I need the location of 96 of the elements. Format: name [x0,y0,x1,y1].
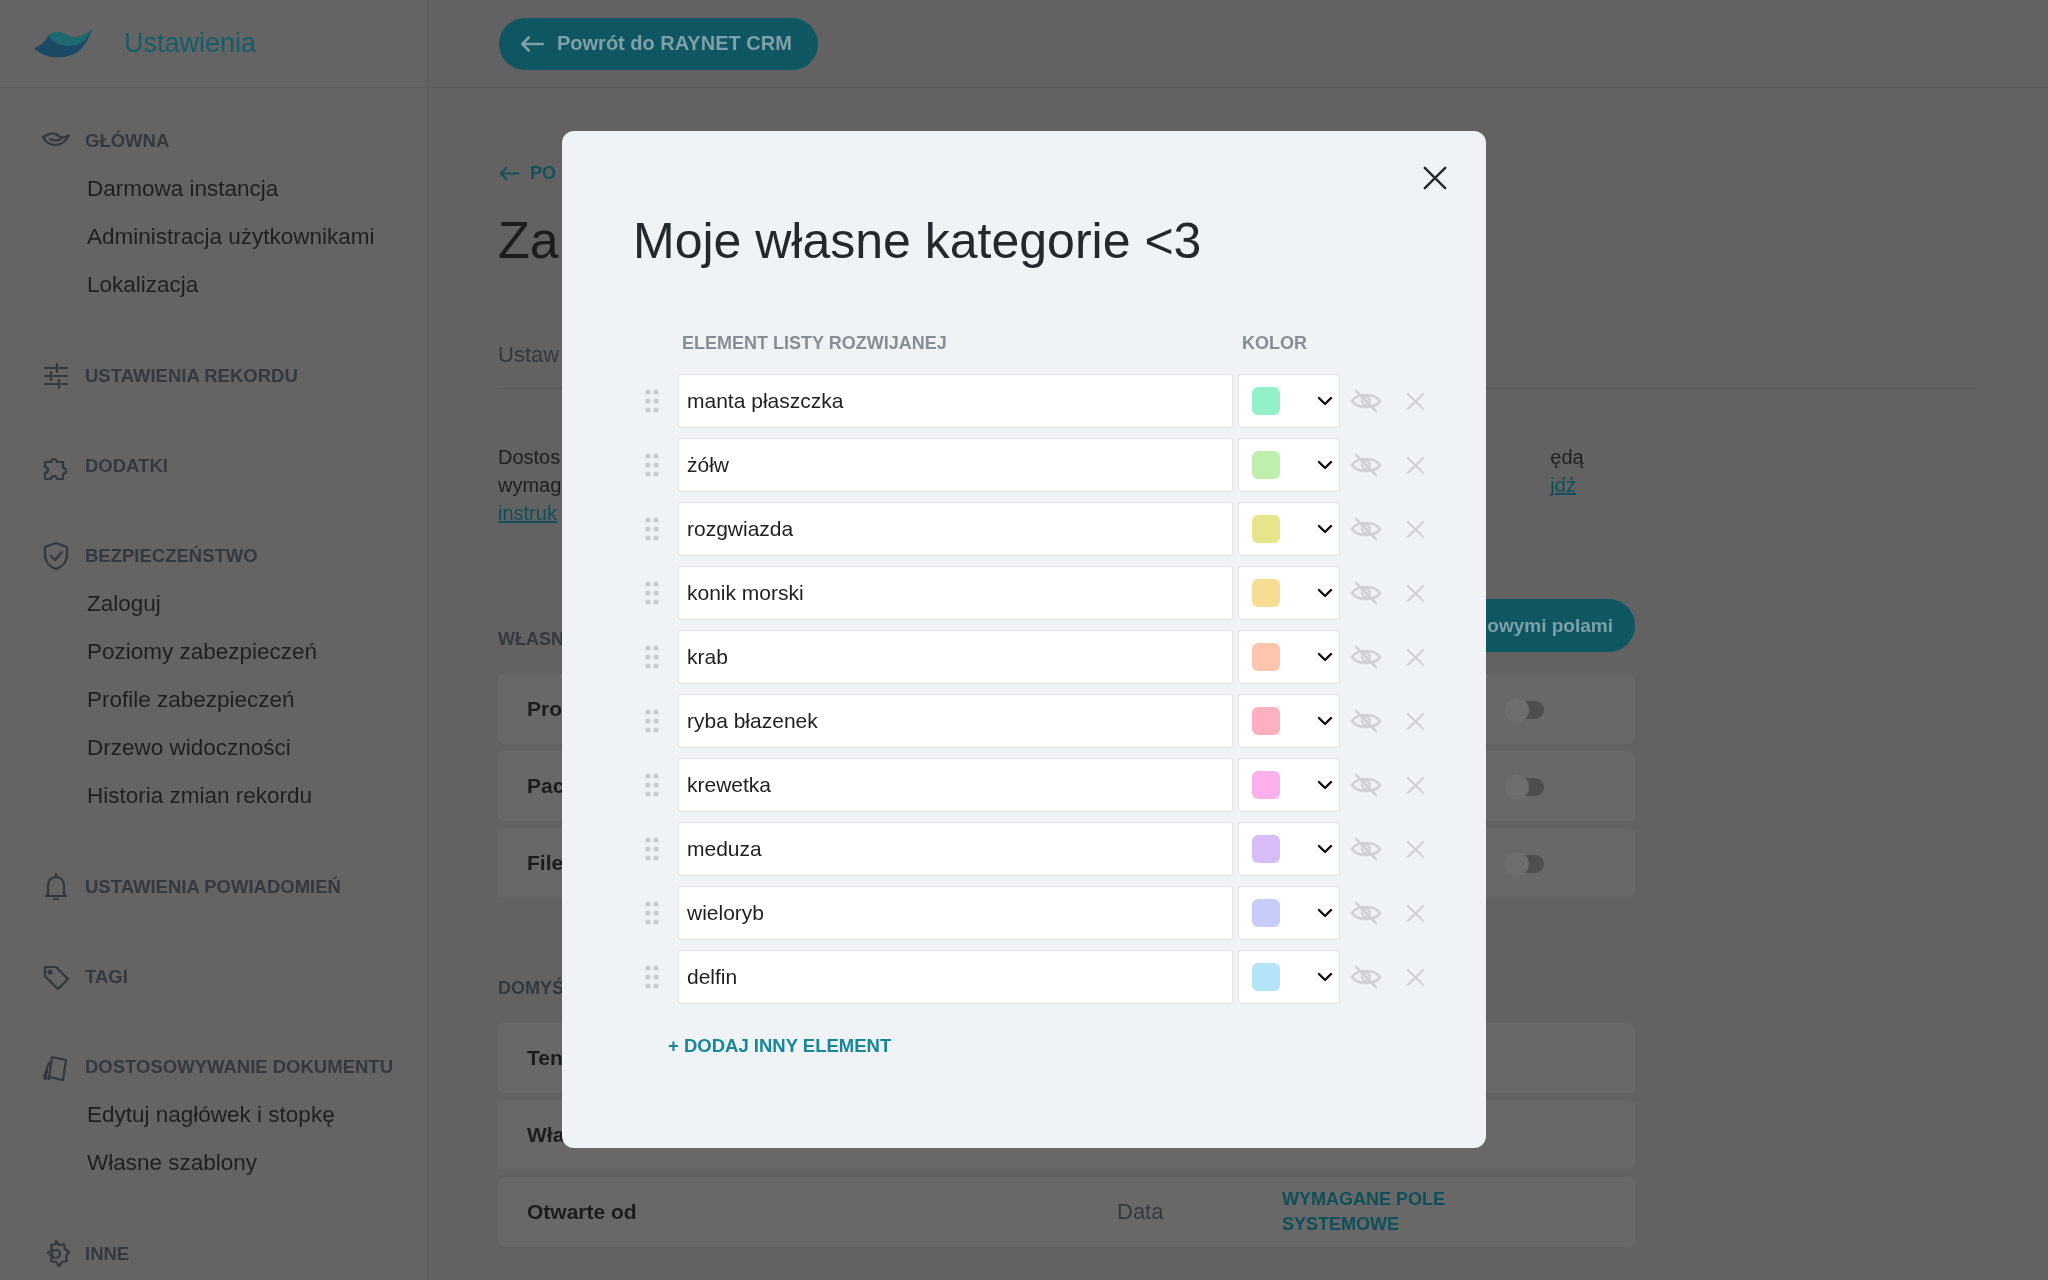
close-icon[interactable] [1422,165,1448,191]
color-dropdown[interactable] [1238,886,1340,940]
sidebar-item[interactable]: Zaloguj [40,580,161,628]
eye-slash-icon[interactable] [1350,965,1382,989]
color-dropdown[interactable] [1238,950,1340,1004]
field-name: Pro [527,697,562,721]
delete-icon[interactable] [1406,583,1425,603]
eye-slash-icon[interactable] [1350,517,1382,541]
item-name-field[interactable]: konik morski [678,566,1233,620]
description-text: ędą [1550,445,1584,470]
eye-slash-icon[interactable] [1350,773,1382,797]
item-name-field[interactable]: krab [678,630,1233,684]
eye-slash-icon[interactable] [1350,581,1382,605]
eye-slash-icon[interactable] [1350,837,1382,861]
drag-handle-icon[interactable] [645,773,659,797]
toggle-switch[interactable] [1508,778,1544,796]
color-dropdown[interactable] [1238,438,1340,492]
item-name-field[interactable]: ryba błazenek [678,694,1233,748]
chevron-down-icon [1317,844,1333,854]
delete-icon[interactable] [1406,839,1425,859]
chevron-down-icon [1317,908,1333,918]
eye-slash-icon[interactable] [1350,645,1382,669]
item-name-field[interactable]: wieloryb [678,886,1233,940]
chevron-down-icon [1317,396,1333,406]
delete-icon[interactable] [1406,519,1425,539]
sidebar-item[interactable]: Własne szablony [40,1139,258,1187]
eye-slash-icon[interactable] [1350,389,1382,413]
custom-fields-button[interactable]: owymi polami [1483,599,1635,652]
drag-handle-icon[interactable] [645,901,659,925]
drag-handle-icon[interactable] [645,837,659,861]
delete-icon[interactable] [1406,455,1425,475]
drag-handle-icon[interactable] [645,965,659,989]
item-name-field[interactable]: meduza [678,822,1233,876]
chevron-down-icon [1317,780,1333,790]
dialog-title: Moje własne kategorie <3 [633,212,1203,271]
instructions-link[interactable]: instruk [498,499,557,527]
color-dropdown[interactable] [1238,566,1340,620]
drag-handle-icon[interactable] [645,389,659,413]
item-name-field[interactable]: manta płaszczka [678,374,1233,428]
drag-handle-icon[interactable] [645,453,659,477]
description-text: Dostos [498,445,561,470]
drag-handle-icon[interactable] [645,517,659,541]
color-dropdown[interactable] [1238,502,1340,556]
delete-icon[interactable] [1406,775,1425,795]
sidebar-item[interactable]: Edytuj nagłówek i stopkę [40,1091,335,1139]
sidebar-item[interactable]: Drzewo widoczności [40,724,291,772]
chevron-down-icon [1317,460,1333,470]
color-dropdown[interactable] [1238,630,1340,684]
chevron-down-icon [1317,652,1333,662]
color-dropdown[interactable] [1238,758,1340,812]
description-text: wymag [498,473,562,498]
sidebar-item[interactable]: Historia zmian rekordu [40,772,313,820]
toggle-switch[interactable] [1508,701,1544,719]
delete-icon[interactable] [1406,967,1425,987]
back-link[interactable]: PO [498,162,1635,184]
delete-icon[interactable] [1406,711,1425,731]
field-name: File [527,851,564,875]
toggle-switch[interactable] [1508,855,1544,873]
chevron-down-icon [1317,972,1333,982]
instructions-link[interactable]: jdź [1550,471,1576,499]
drag-handle-icon[interactable] [645,709,659,733]
eye-slash-icon[interactable] [1350,453,1382,477]
drag-handle-icon[interactable] [645,581,659,605]
sidebar-item[interactable]: Administracja użytkownikami [40,213,375,261]
add-element-link[interactable]: + DODAJ INNY ELEMENT [668,1035,892,1057]
item-name-field[interactable]: żółw [678,438,1233,492]
page-title: Za [498,210,559,270]
item-name-field[interactable]: krewetka [678,758,1233,812]
sidebar-item[interactable]: Poziomy zabezpieczeń [40,628,318,676]
field-status: WYMAGANE POLE SYSTEMOWE [1282,1188,1446,1236]
eye-slash-icon[interactable] [1350,709,1382,733]
delete-icon[interactable] [1406,647,1425,667]
color-dropdown[interactable] [1238,822,1340,876]
settings-title: Ustawienia [124,28,257,59]
color-dropdown[interactable] [1238,374,1340,428]
sidebar-item[interactable]: Lokalizacja [40,261,199,309]
column-header: ELEMENT LISTY ROZWIJANEJ [682,332,948,354]
chevron-down-icon [1317,524,1333,534]
item-name-field[interactable]: rozgwiazda [678,502,1233,556]
drag-handle-icon[interactable] [645,645,659,669]
arrow-left-icon [498,165,520,181]
back-button[interactable]: Powrót do RAYNET CRM [499,17,818,70]
arrow-left-icon [519,34,545,53]
sidebar-item[interactable]: Profile zabezpieczeń [40,676,295,724]
delete-icon[interactable] [1406,903,1425,923]
field-name: Otwarte od [527,1200,637,1224]
field-name: Pac [527,774,565,798]
field-name: Ten [527,1046,563,1070]
eye-slash-icon[interactable] [1350,901,1382,925]
delete-icon[interactable] [1406,391,1425,411]
color-dropdown[interactable] [1238,694,1340,748]
sidebar-item[interactable]: Darmowa instancja [40,165,279,213]
item-name-field[interactable]: delfin [678,950,1233,1004]
chevron-down-icon [1317,588,1333,598]
column-header: KOLOR [1242,332,1307,354]
chevron-down-icon [1317,716,1333,726]
